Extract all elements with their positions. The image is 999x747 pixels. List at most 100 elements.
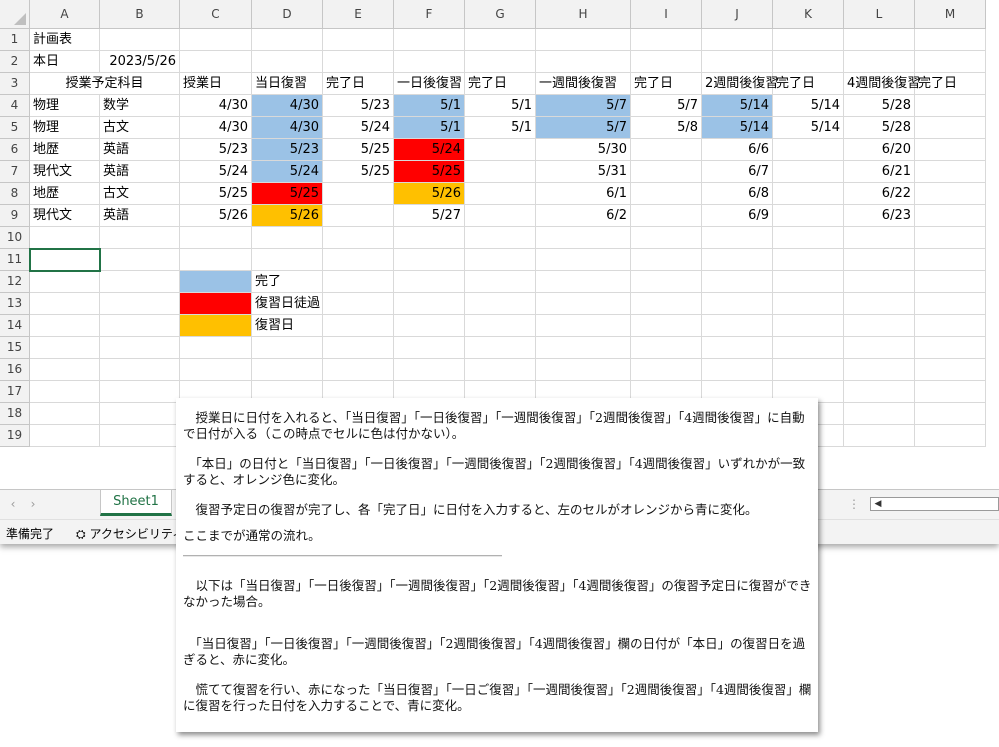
cell-f13[interactable] [394,293,465,315]
column-header-k[interactable]: K [773,0,844,29]
cell-k2[interactable] [773,51,844,73]
cell-h2[interactable] [536,51,631,73]
row-header-8[interactable]: 8 [0,183,30,205]
cell-a8[interactable]: 地歴 [30,183,100,205]
scroll-left-icon[interactable]: ◀ [872,498,884,510]
row-header-13[interactable]: 13 [0,293,30,315]
cell-a18[interactable] [30,403,100,425]
cell-c10[interactable] [180,227,252,249]
cell-f9[interactable]: 5/27 [394,205,465,227]
cell-c2[interactable] [180,51,252,73]
column-header-e[interactable]: E [323,0,394,29]
cell-e11[interactable] [323,249,394,271]
cell-g5[interactable]: 5/1 [465,117,536,139]
cell-k5[interactable]: 5/14 [773,117,844,139]
cell-c1[interactable] [180,29,252,51]
cell-e5[interactable]: 5/24 [323,117,394,139]
cell-b19[interactable] [100,425,180,447]
cell-j3[interactable]: 2週間後復習 [702,73,778,95]
cell-g10[interactable] [465,227,536,249]
cell-g7[interactable] [465,161,536,183]
column-header-a[interactable]: A [30,0,100,29]
cell-c5[interactable]: 4/30 [180,117,252,139]
row-header-14[interactable]: 14 [0,315,30,337]
cell-b14[interactable] [100,315,180,337]
cell-a13[interactable] [30,293,100,315]
cell-d13[interactable]: 復習日徒過 [252,293,323,315]
cell-i7[interactable] [631,161,702,183]
cell-l8[interactable]: 6/22 [844,183,915,205]
cell-i16[interactable] [631,359,702,381]
cell-j9[interactable]: 6/9 [702,205,773,227]
cell-g9[interactable] [465,205,536,227]
cell-m5[interactable] [915,117,986,139]
row-header-15[interactable]: 15 [0,337,30,359]
cell-l14[interactable] [844,315,915,337]
cell-g13[interactable] [465,293,536,315]
row-header-16[interactable]: 16 [0,359,30,381]
cell-i9[interactable] [631,205,702,227]
column-header-m[interactable]: M [915,0,986,29]
cell-m17[interactable] [915,381,986,403]
cell-l1[interactable] [844,29,915,51]
cell-k12[interactable] [773,271,844,293]
cell-l6[interactable]: 6/20 [844,139,915,161]
row-header-10[interactable]: 10 [0,227,30,249]
cell-m18[interactable] [915,403,986,425]
cell-j4[interactable]: 5/14 [702,95,773,117]
cell-h1[interactable] [536,29,631,51]
cell-b12[interactable] [100,271,180,293]
cell-m6[interactable] [915,139,986,161]
cell-g1[interactable] [465,29,536,51]
column-header-d[interactable]: D [252,0,323,29]
row-header-11[interactable]: 11 [0,249,30,271]
cell-m10[interactable] [915,227,986,249]
cell-h13[interactable] [536,293,631,315]
cell-c16[interactable] [180,359,252,381]
cell-f3[interactable]: 一日後復習 [394,73,465,95]
column-header-h[interactable]: H [536,0,631,29]
cell-l5[interactable]: 5/28 [844,117,915,139]
horizontal-scrollbar[interactable]: ◀ [870,497,999,511]
cell-d8[interactable]: 5/25 [252,183,323,205]
cell-d7[interactable]: 5/24 [252,161,323,183]
cell-g15[interactable] [465,337,536,359]
cell-a10[interactable] [30,227,100,249]
cell-e4[interactable]: 5/23 [323,95,394,117]
cell-f16[interactable] [394,359,465,381]
cell-h9[interactable]: 6/2 [536,205,631,227]
cell-l13[interactable] [844,293,915,315]
row-header-17[interactable]: 17 [0,381,30,403]
cell-i5[interactable]: 5/8 [631,117,702,139]
cell-j5[interactable]: 5/14 [702,117,773,139]
cell-h14[interactable] [536,315,631,337]
cell-a17[interactable] [30,381,100,403]
cell-g6[interactable] [465,139,536,161]
cell-c12[interactable] [180,271,252,293]
cell-d15[interactable] [252,337,323,359]
cell-g16[interactable] [465,359,536,381]
cell-d14[interactable]: 復習日 [252,315,323,337]
cell-a2[interactable]: 本日 [30,51,100,73]
cell-m7[interactable] [915,161,986,183]
cell-b18[interactable] [100,403,180,425]
cell-a19[interactable] [30,425,100,447]
cell-i14[interactable] [631,315,702,337]
cell-j15[interactable] [702,337,773,359]
cell-l18[interactable] [844,403,915,425]
cell-e6[interactable]: 5/25 [323,139,394,161]
cell-k15[interactable] [773,337,844,359]
column-header-g[interactable]: G [465,0,536,29]
cell-m2[interactable] [915,51,986,73]
cell-l4[interactable]: 5/28 [844,95,915,117]
cell-l16[interactable] [844,359,915,381]
cell-h15[interactable] [536,337,631,359]
cell-e7[interactable]: 5/25 [323,161,394,183]
cell-j14[interactable] [702,315,773,337]
row-header-6[interactable]: 6 [0,139,30,161]
cell-b15[interactable] [100,337,180,359]
tab-next-icon[interactable]: › [26,496,40,512]
cell-l9[interactable]: 6/23 [844,205,915,227]
cell-b1[interactable] [100,29,180,51]
cell-j16[interactable] [702,359,773,381]
